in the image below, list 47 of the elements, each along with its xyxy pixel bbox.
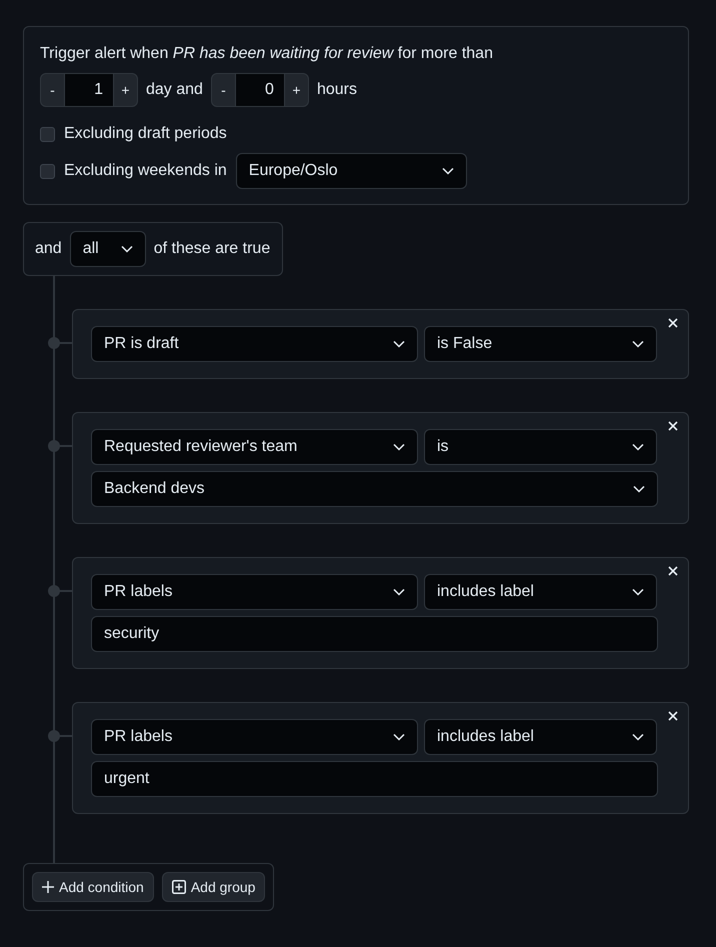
- hours-label: hours: [316, 81, 357, 99]
- operator-select[interactable]: is False: [424, 326, 657, 362]
- days-label: day and: [146, 81, 203, 99]
- number-field[interactable]: 1: [65, 73, 113, 107]
- plus-icon: [42, 881, 54, 893]
- increment-button[interactable]: +: [284, 73, 309, 107]
- chevron-down-icon: [632, 443, 644, 451]
- option-label: Excluding draft periods: [64, 125, 227, 143]
- decrement-button[interactable]: -: [40, 73, 65, 107]
- field-select[interactable]: PR labels: [91, 719, 418, 755]
- add-button[interactable]: Add group: [162, 872, 266, 902]
- operator-select[interactable]: includes label: [424, 574, 657, 610]
- chevron-down-icon: [633, 485, 645, 493]
- number-field[interactable]: 0: [236, 73, 284, 107]
- chevron-down-icon: [393, 733, 405, 741]
- field-select[interactable]: Requested reviewer's team: [91, 429, 418, 465]
- chevron-down-icon: [632, 340, 644, 348]
- chevron-down-icon: [632, 588, 644, 596]
- quantifier-select[interactable]: all: [70, 231, 146, 267]
- group-suffix: of these are true: [154, 240, 270, 258]
- chevron-down-icon: [393, 588, 405, 596]
- value-field[interactable]: urgent: [91, 761, 658, 797]
- value-field[interactable]: security: [91, 616, 658, 652]
- field-select[interactable]: PR is draft: [91, 326, 418, 362]
- chevron-down-icon: [632, 733, 644, 741]
- operator-select[interactable]: is: [424, 429, 657, 465]
- trigger-sentence: Trigger alert when PR has been waiting for review for more than: [40, 44, 494, 64]
- decrement-button[interactable]: -: [210, 73, 236, 107]
- close-icon[interactable]: [666, 419, 680, 433]
- chevron-down-icon: [442, 167, 454, 175]
- checkbox[interactable]: [40, 164, 55, 178]
- chevron-down-icon: [393, 443, 405, 451]
- timezone-select[interactable]: Europe/Oslo: [236, 153, 467, 189]
- checkbox[interactable]: [40, 126, 55, 142]
- chevron-down-icon: [393, 340, 405, 348]
- chevron-down-icon: [120, 245, 133, 253]
- close-icon[interactable]: [666, 316, 680, 330]
- value-select[interactable]: Backend devs: [91, 471, 658, 507]
- group-prefix: and: [35, 240, 62, 258]
- close-icon[interactable]: [666, 709, 680, 723]
- operator-select[interactable]: includes label: [424, 719, 657, 755]
- field-select[interactable]: PR labels: [91, 574, 418, 610]
- increment-button[interactable]: +: [113, 73, 138, 107]
- close-icon[interactable]: [666, 564, 680, 578]
- add-button[interactable]: Add condition: [32, 872, 154, 902]
- option-label: Excluding weekends in: [64, 162, 227, 180]
- square-plus-icon: [172, 880, 186, 894]
